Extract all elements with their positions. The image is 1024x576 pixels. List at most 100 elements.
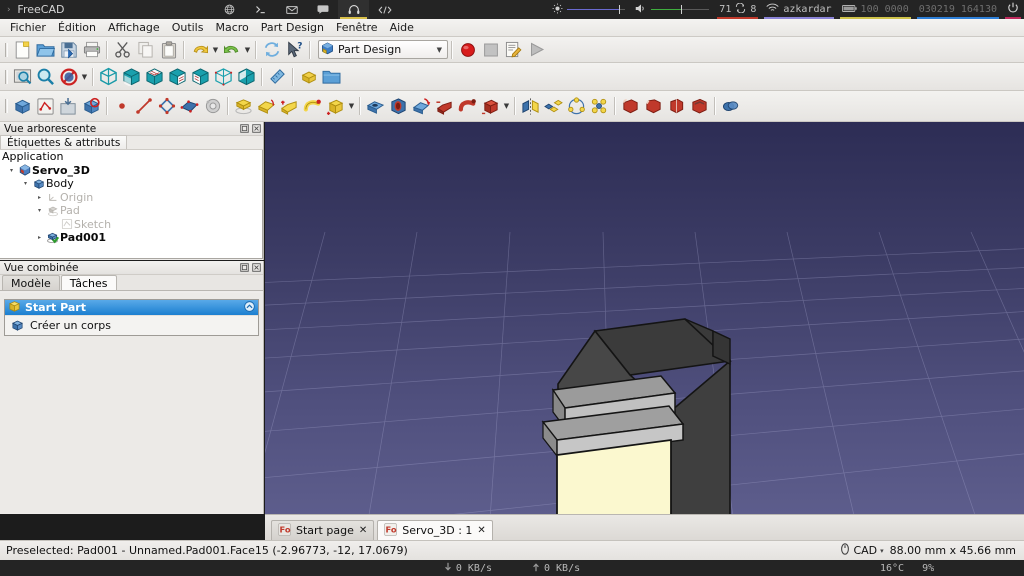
- tab-taches[interactable]: Tâches: [60, 275, 117, 290]
- refresh-icon[interactable]: [260, 38, 283, 61]
- fit-all-icon[interactable]: [11, 65, 34, 88]
- float-panel-icon[interactable]: [239, 124, 249, 134]
- brightness-slider[interactable]: [567, 4, 626, 15]
- copy-icon[interactable]: [134, 38, 157, 61]
- menu-fenetre[interactable]: Fenêtre: [330, 20, 384, 35]
- terminal-icon[interactable]: [245, 0, 276, 19]
- subtractive-loft-icon[interactable]: [433, 95, 456, 118]
- right-view-icon[interactable]: [166, 65, 189, 88]
- edit-sketch-icon[interactable]: [57, 95, 80, 118]
- front-view-icon[interactable]: [120, 65, 143, 88]
- tree-root-application[interactable]: Application: [0, 150, 262, 164]
- toolbar-grip[interactable]: [3, 41, 9, 59]
- macro-execute-icon[interactable]: [525, 38, 548, 61]
- chamfer-icon[interactable]: [642, 95, 665, 118]
- tree-item-servo-3d[interactable]: ▾ Servo_3D: [0, 164, 262, 178]
- pocket-icon[interactable]: [364, 95, 387, 118]
- map-sketch-icon[interactable]: [80, 95, 103, 118]
- measure-icon[interactable]: [266, 65, 289, 88]
- multi-transform-icon[interactable]: [588, 95, 611, 118]
- create-part-icon[interactable]: [297, 65, 320, 88]
- chat-icon[interactable]: [307, 0, 338, 19]
- expander-icon[interactable]: ▸: [34, 234, 45, 241]
- menu-edition[interactable]: Édition: [52, 20, 102, 35]
- zoom-box-icon[interactable]: [34, 65, 57, 88]
- tab-etiquettes-attributs[interactable]: Étiquettes & attributs: [0, 135, 128, 149]
- macro-record-icon[interactable]: [456, 38, 479, 61]
- linear-pattern-icon[interactable]: [542, 95, 565, 118]
- toolbar-grip[interactable]: [3, 97, 9, 115]
- draw-style-icon[interactable]: [57, 65, 80, 88]
- cut-icon[interactable]: [111, 38, 134, 61]
- close-panel-icon[interactable]: [251, 124, 261, 134]
- subtractive-box-icon[interactable]: [479, 95, 502, 118]
- boolean-icon[interactable]: [719, 95, 742, 118]
- redo-icon[interactable]: [220, 38, 243, 61]
- undo-dropdown-icon[interactable]: ▼: [211, 40, 220, 60]
- menu-macro[interactable]: Macro: [209, 20, 254, 35]
- revolution-icon[interactable]: [255, 95, 278, 118]
- float-panel-icon[interactable]: [239, 263, 249, 273]
- expander-icon[interactable]: ▾: [6, 167, 17, 174]
- workbench-selector[interactable]: Part Design ▼: [318, 40, 448, 59]
- chevron-down-icon[interactable]: ▾: [880, 547, 884, 555]
- create-datum-plane-icon[interactable]: [178, 95, 201, 118]
- updates-indicator[interactable]: 71 8: [714, 0, 761, 19]
- tree-item-origin[interactable]: ▸ Origin: [0, 191, 262, 205]
- new-document-icon[interactable]: [11, 38, 34, 61]
- create-polyline-icon[interactable]: [155, 95, 178, 118]
- brightness-control[interactable]: [547, 0, 630, 19]
- tree-item-body[interactable]: ▾ Body: [0, 177, 262, 191]
- task-item-creer-un-corps[interactable]: Créer un corps: [5, 315, 258, 335]
- create-group-icon[interactable]: [320, 65, 343, 88]
- bottom-view-icon[interactable]: [212, 65, 235, 88]
- task-group-header[interactable]: Start Part: [5, 300, 258, 315]
- tree-item-pad[interactable]: ▾ Pad: [0, 204, 262, 218]
- additive-pipe-icon[interactable]: [301, 95, 324, 118]
- draw-style-dropdown-icon[interactable]: ▼: [80, 67, 89, 87]
- hole-icon[interactable]: [387, 95, 410, 118]
- mail-icon[interactable]: [276, 0, 307, 19]
- tree-view[interactable]: Application ▾ Servo_3D ▾ Body ▸ Origin ▾…: [0, 150, 263, 259]
- menu-fichier[interactable]: Fichier: [4, 20, 52, 35]
- datetime-indicator[interactable]: 030219 164130: [914, 0, 1002, 19]
- close-panel-icon[interactable]: [251, 263, 261, 273]
- thickness-icon[interactable]: [688, 95, 711, 118]
- open-document-icon[interactable]: [34, 38, 57, 61]
- expander-icon[interactable]: ▾: [34, 207, 45, 214]
- macro-edit-icon[interactable]: [502, 38, 525, 61]
- top-view-icon[interactable]: [143, 65, 166, 88]
- whats-this-icon[interactable]: ?: [283, 38, 306, 61]
- axonometric-view-icon[interactable]: [97, 65, 120, 88]
- power-button[interactable]: [1002, 0, 1024, 19]
- redo-dropdown-icon[interactable]: ▼: [243, 40, 252, 60]
- additive-dropdown-icon[interactable]: ▼: [347, 96, 356, 116]
- menu-part-design[interactable]: Part Design: [255, 20, 330, 35]
- polar-pattern-icon[interactable]: [565, 95, 588, 118]
- undo-icon[interactable]: [188, 38, 211, 61]
- create-line-icon[interactable]: [132, 95, 155, 118]
- close-tab-icon[interactable]: ✕: [477, 525, 485, 536]
- volume-control[interactable]: [630, 0, 714, 19]
- create-point-icon[interactable]: [111, 96, 132, 117]
- additive-loft-icon[interactable]: [278, 95, 301, 118]
- tree-item-sketch[interactable]: Sketch: [0, 218, 262, 232]
- paste-icon[interactable]: [157, 38, 180, 61]
- 3d-viewport[interactable]: z x y: [265, 122, 1024, 514]
- collapse-icon[interactable]: [244, 300, 255, 315]
- expander-icon[interactable]: ▸: [34, 194, 45, 201]
- fillet-icon[interactable]: [619, 95, 642, 118]
- mirrored-icon[interactable]: [519, 95, 542, 118]
- navigation-style-selector[interactable]: CAD ▾: [840, 543, 884, 558]
- tab-modele[interactable]: Modèle: [2, 275, 60, 290]
- subtractive-dropdown-icon[interactable]: ▼: [502, 96, 511, 116]
- headphones-icon[interactable]: [338, 0, 369, 19]
- code-icon[interactable]: [369, 0, 400, 19]
- menu-affichage[interactable]: Affichage: [102, 20, 166, 35]
- menu-aide[interactable]: Aide: [384, 20, 420, 35]
- additive-box-icon[interactable]: [324, 95, 347, 118]
- tree-item-pad001[interactable]: ▸ Pad001: [0, 231, 262, 245]
- menu-outils[interactable]: Outils: [166, 20, 210, 35]
- pad-icon[interactable]: [232, 95, 255, 118]
- create-shapebinder-icon[interactable]: [201, 95, 224, 118]
